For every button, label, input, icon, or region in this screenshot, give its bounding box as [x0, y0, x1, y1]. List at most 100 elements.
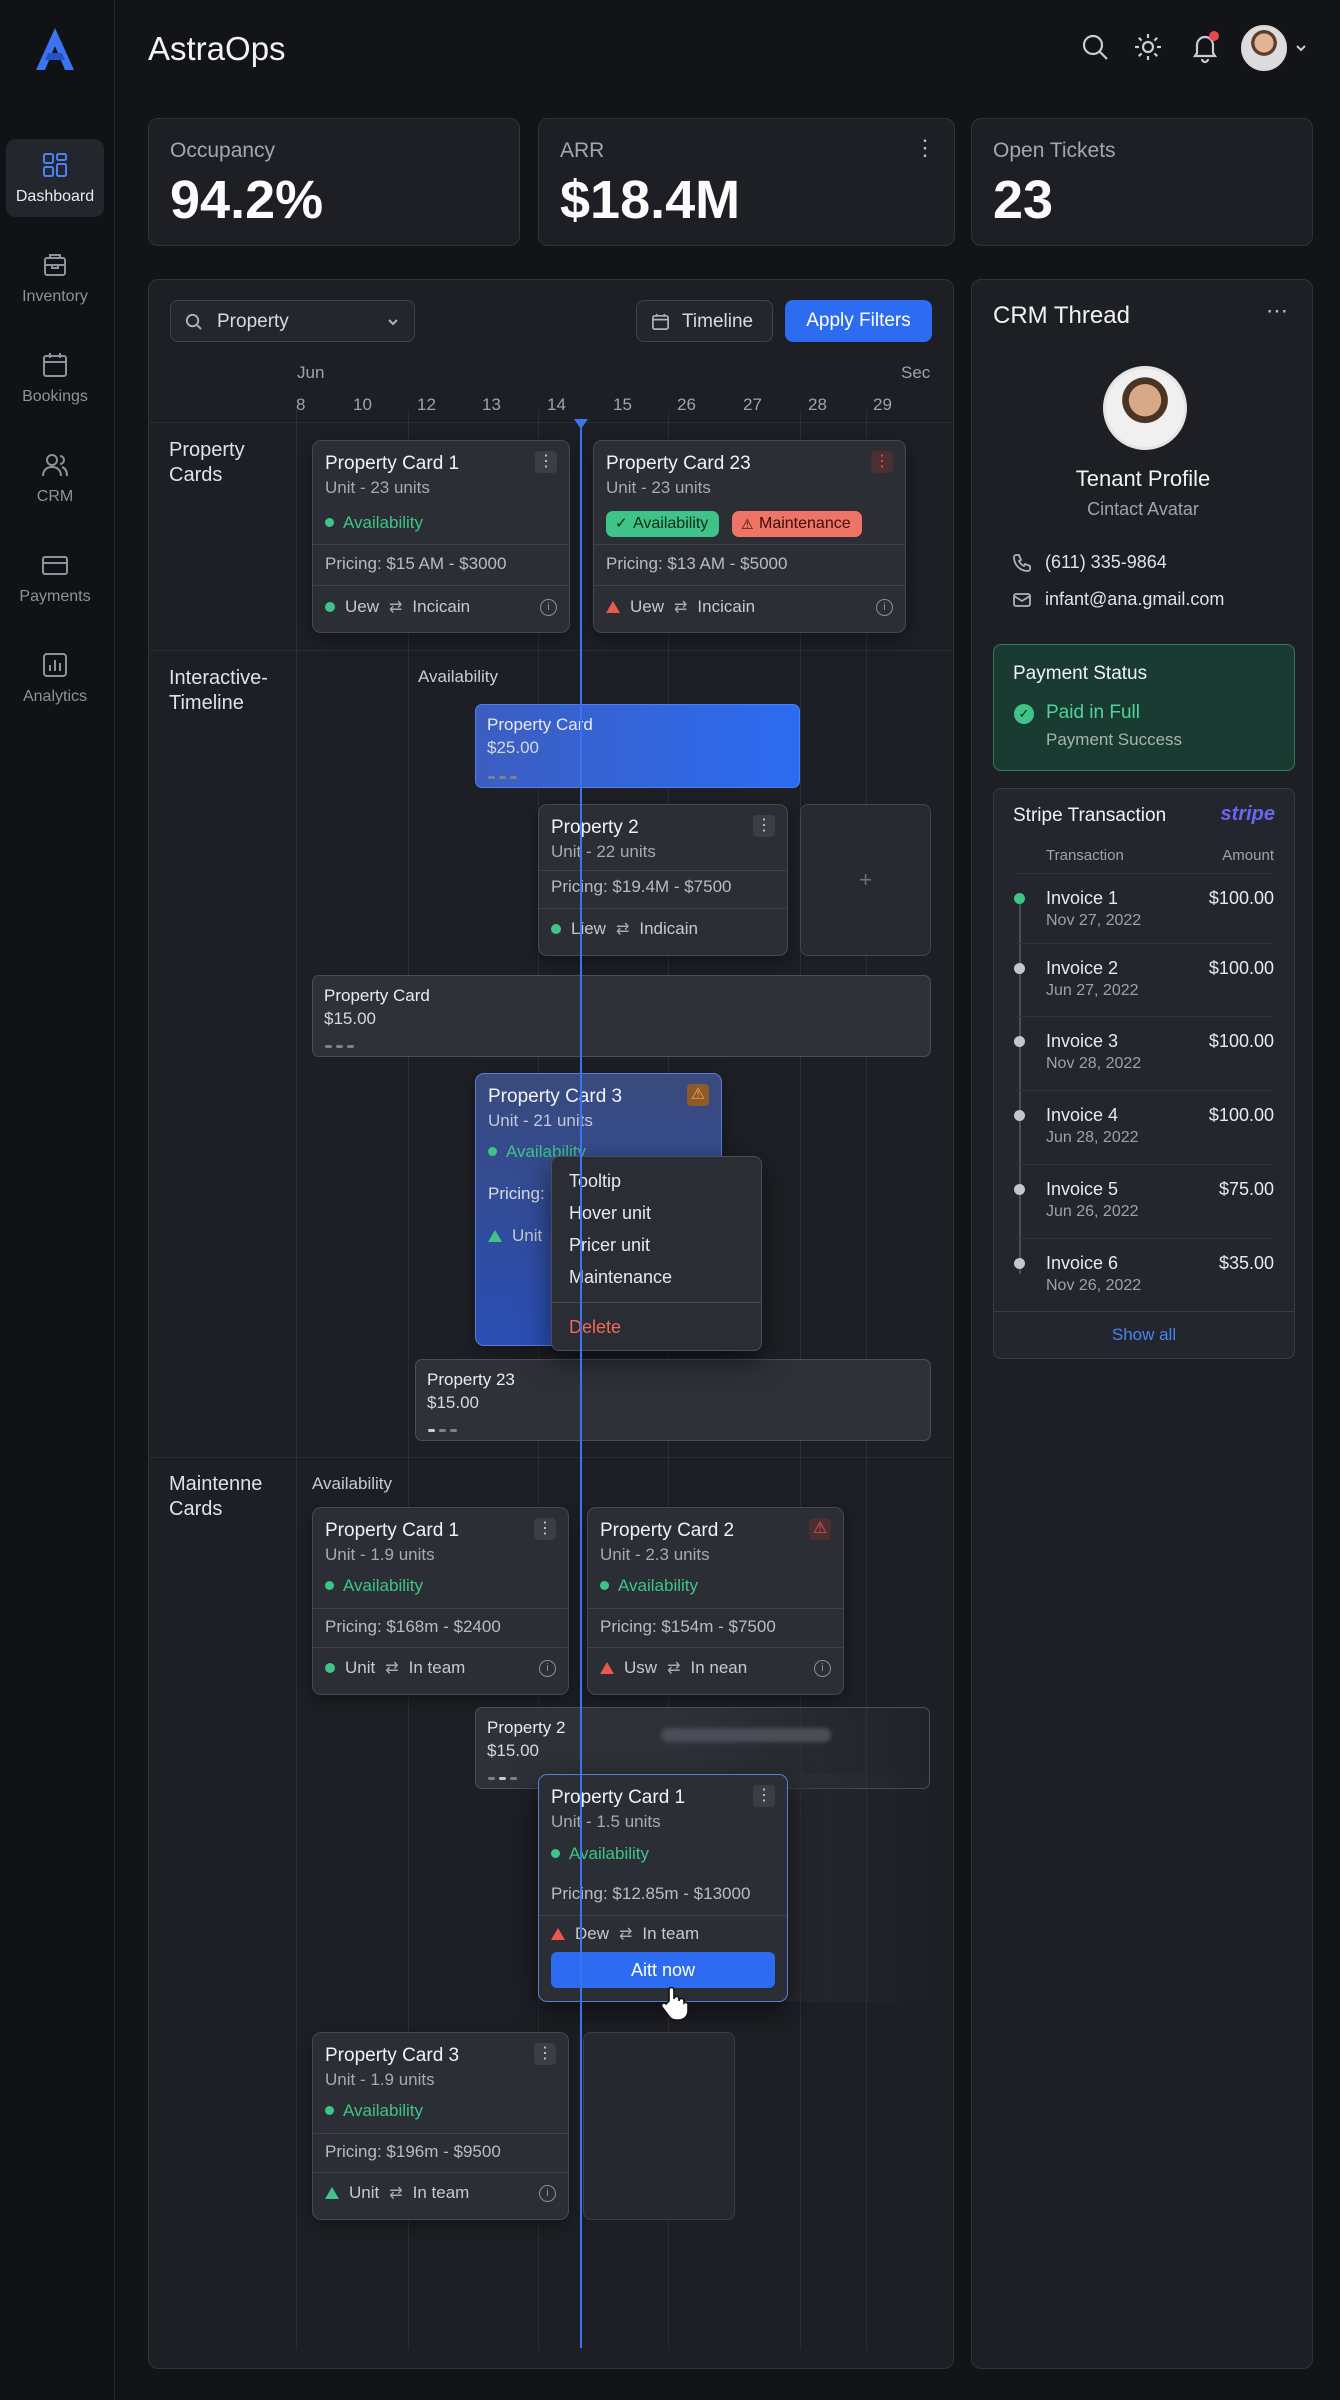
payment-status-title: Payment Status: [1013, 663, 1148, 684]
property-card-pricing: Pricing: $13 AM - $5000: [606, 554, 788, 573]
property-card-footer: Uew ⇄ Incicain: [606, 597, 755, 617]
payment-status-value: Paid in Full: [1046, 702, 1140, 723]
tenant-phone[interactable]: (611) 335-9864: [1045, 552, 1167, 573]
chevron-down-icon[interactable]: [1294, 41, 1308, 55]
context-menu-item-maintenance[interactable]: Maintenance: [569, 1267, 672, 1288]
timeline-booking-bar[interactable]: Property Card $25.00: [475, 704, 800, 788]
sidebar-item-label: Payments: [19, 588, 91, 605]
avatar[interactable]: [1241, 25, 1287, 71]
tenant-avatar[interactable]: [1103, 366, 1187, 450]
warning-icon[interactable]: ⚠: [687, 1084, 709, 1106]
info-icon[interactable]: i: [540, 599, 557, 616]
property-card[interactable]: Property 2 ⋮ Unit - 22 units Pricing: $1…: [538, 804, 788, 956]
info-icon[interactable]: i: [876, 599, 893, 616]
property-select[interactable]: Property: [170, 300, 415, 342]
gear-icon[interactable]: [1131, 30, 1165, 64]
more-vertical-icon[interactable]: ⋮: [871, 451, 893, 473]
invoice-date: Jun 27, 2022: [1046, 982, 1139, 999]
status-dot: [1014, 1258, 1025, 1269]
availability-label: Availability: [418, 667, 499, 686]
apply-filters-button[interactable]: Apply Filters: [785, 300, 932, 342]
timeline-button[interactable]: Timeline: [636, 300, 773, 342]
sidebar-item-dashboard[interactable]: Dashboard: [6, 139, 104, 217]
dragging-property-card[interactable]: Property Card 1 ⋮ Unit - 1.5 units Avail…: [538, 1774, 788, 2002]
property-card-unit: Unit - 23 units: [325, 478, 430, 497]
drag-handle[interactable]: [428, 1429, 457, 1432]
context-menu-item-delete[interactable]: Delete: [569, 1317, 621, 1338]
notification-dot: [1209, 31, 1219, 41]
maintenance-card[interactable]: Property Card 2 ⚠ Unit - 2.3 units Avail…: [587, 1507, 844, 1695]
property-card-title: Property Card 1: [551, 1787, 686, 1808]
sidebar-item-bookings[interactable]: Bookings: [6, 339, 104, 417]
sidebar-item-label: Analytics: [22, 688, 88, 705]
empty-slot[interactable]: [583, 2032, 735, 2220]
tenant-email[interactable]: infant@ana.gmail.com: [1045, 589, 1224, 610]
more-vertical-icon[interactable]: ⋮: [534, 2043, 556, 2065]
stripe-logo: stripe: [1220, 803, 1275, 825]
astraops-logo[interactable]: [32, 26, 78, 72]
info-icon[interactable]: i: [539, 1660, 556, 1677]
transaction-row[interactable]: Invoice 6 Nov 26, 2022 $35.00: [1014, 1238, 1274, 1312]
property-card[interactable]: Property Card 23 ⋮ Unit - 23 units ✓ Avai…: [593, 440, 906, 633]
more-vertical-icon[interactable]: ⋮: [753, 1785, 775, 1807]
day-label: 27: [743, 395, 762, 414]
context-menu-item-tooltip[interactable]: Tooltip: [569, 1171, 621, 1192]
drag-handle[interactable]: [488, 1777, 517, 1780]
property-card[interactable]: Property Card 1 ⋮ Unit - 23 units Availa…: [312, 440, 570, 633]
kpi-card-open-tickets: Open Tickets 23: [971, 118, 1313, 246]
more-vertical-icon[interactable]: ⋮: [914, 137, 936, 159]
sidebar-item-analytics[interactable]: Analytics: [6, 639, 104, 717]
footer-tag: In team: [642, 1924, 700, 1943]
availability-label: Availability: [312, 1474, 393, 1493]
status-dot: [1014, 1110, 1025, 1121]
footer-tag: In team: [412, 2183, 470, 2202]
column-header-transaction: Transaction: [1046, 847, 1124, 864]
transaction-row[interactable]: Invoice 5 Jun 26, 2022 $75.00: [1014, 1164, 1274, 1238]
show-all-link[interactable]: Show all: [994, 1325, 1294, 1345]
add-now-button[interactable]: Aitt now: [551, 1952, 775, 1988]
maintenance-card[interactable]: Property Card 3 ⋮ Unit - 1.9 units Avail…: [312, 2032, 569, 2220]
footer-tag: Usw: [624, 1658, 658, 1677]
property-card-title: Property Card 3: [325, 2045, 460, 2066]
more-vertical-icon[interactable]: ⋮: [534, 1518, 556, 1540]
calendar-icon: [652, 313, 669, 330]
property-card-unit: Unit - 2.3 units: [600, 1545, 710, 1564]
transaction-row[interactable]: Invoice 3 Nov 28, 2022 $100.00: [1014, 1016, 1274, 1090]
transaction-row[interactable]: Invoice 4 Jun 28, 2022 $100.00: [1014, 1090, 1274, 1164]
sidebar-item-crm[interactable]: CRM: [6, 439, 104, 517]
add-slot-button[interactable]: +: [800, 804, 931, 956]
sidebar-item-payments[interactable]: Payments: [6, 539, 104, 617]
kpi-card-occupancy: Occupancy 94.2%: [148, 118, 520, 246]
transaction-row[interactable]: Invoice 2 Jun 27, 2022 $100.00: [1014, 943, 1274, 1017]
grid-line: [296, 410, 297, 2350]
info-icon[interactable]: i: [814, 1660, 831, 1677]
warning-icon[interactable]: ⚠: [809, 1518, 831, 1540]
property-card-footer: Unit ⇄ In team: [325, 2183, 469, 2203]
drag-handle[interactable]: [488, 776, 517, 779]
timeline-booking-bar[interactable]: Property Card $15.00: [312, 975, 931, 1057]
divider: [552, 1302, 761, 1303]
more-horizontal-icon[interactable]: ⋯: [1266, 300, 1288, 322]
current-time-marker[interactable]: [574, 419, 588, 429]
info-icon[interactable]: i: [539, 2185, 556, 2202]
divider: [313, 585, 569, 586]
more-vertical-icon[interactable]: ⋮: [753, 815, 775, 837]
property-card-title: Property Card 1: [325, 453, 460, 474]
search-icon[interactable]: [1078, 30, 1112, 64]
timeline-booking-bar[interactable]: Property 23 $15.00: [415, 1359, 931, 1441]
sidebar-item-inventory[interactable]: Inventory: [6, 239, 104, 317]
drag-handle[interactable]: [325, 1045, 354, 1048]
property-card-footer: Dew ⇄ In team: [551, 1924, 699, 1944]
property-card-footer: Unit ⇄ In team: [325, 1658, 465, 1678]
users-icon: [42, 454, 68, 477]
transaction-row[interactable]: Invoice 1 Nov 27, 2022 $100.00: [1014, 873, 1274, 947]
day-label: 26: [677, 395, 696, 414]
maintenance-card[interactable]: Property Card 1 ⋮ Unit - 1.9 units Avail…: [312, 1507, 569, 1695]
property-card-title: Property Card 1: [325, 1520, 460, 1541]
warning-icon: ⚠: [741, 516, 754, 532]
divider: [313, 1647, 568, 1648]
month-end-label: Sec: [901, 363, 931, 382]
invoice-amount: $100.00: [1208, 1105, 1274, 1125]
property-card-pricing: Pricing: $15 AM - $3000: [325, 554, 507, 573]
more-vertical-icon[interactable]: ⋮: [535, 451, 557, 473]
